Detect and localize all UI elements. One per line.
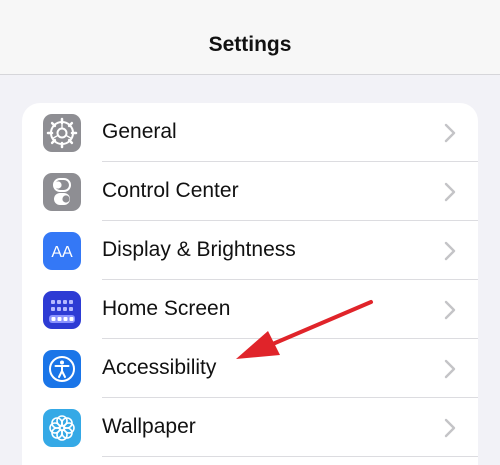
annotation-arrow bbox=[236, 300, 373, 359]
